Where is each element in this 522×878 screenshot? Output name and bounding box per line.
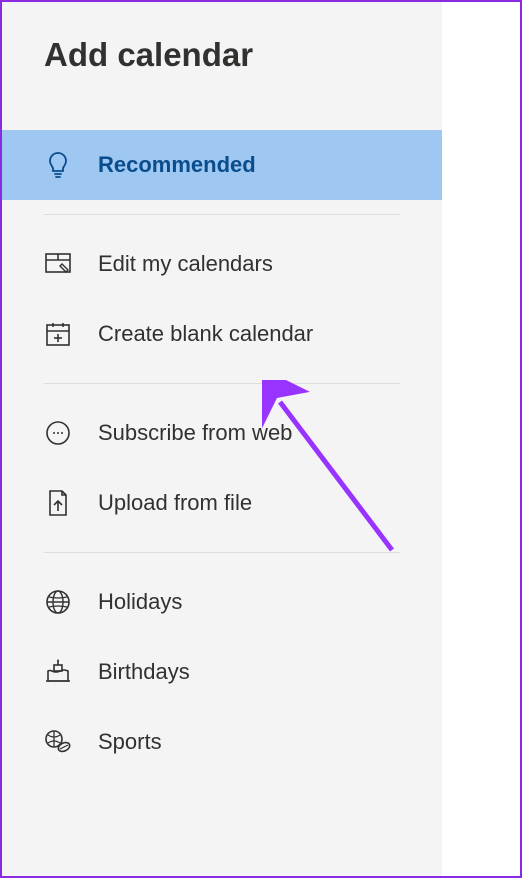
menu-list: Recommended Edit my calendars xyxy=(2,130,442,777)
divider xyxy=(44,214,400,215)
edit-calendar-icon xyxy=(44,250,72,278)
divider xyxy=(44,383,400,384)
menu-item-birthdays[interactable]: Birthdays xyxy=(2,637,442,707)
add-calendar-panel: Add calendar Recommended Edit my calenda… xyxy=(2,2,442,876)
menu-item-edit-calendars[interactable]: Edit my calendars xyxy=(2,229,442,299)
add-calendar-icon xyxy=(44,320,72,348)
menu-item-upload-file[interactable]: Upload from file xyxy=(2,468,442,538)
cake-icon xyxy=(44,658,72,686)
panel-title: Add calendar xyxy=(2,2,442,74)
lightbulb-icon xyxy=(44,151,72,179)
divider xyxy=(44,552,400,553)
menu-item-label: Upload from file xyxy=(98,490,252,516)
menu-item-label: Holidays xyxy=(98,589,182,615)
menu-item-sports[interactable]: Sports xyxy=(2,707,442,777)
menu-item-subscribe-web[interactable]: Subscribe from web xyxy=(2,398,442,468)
menu-item-holidays[interactable]: Holidays xyxy=(2,567,442,637)
menu-item-create-blank[interactable]: Create blank calendar xyxy=(2,299,442,369)
globe-icon xyxy=(44,588,72,616)
sports-icon xyxy=(44,728,72,756)
menu-item-label: Edit my calendars xyxy=(98,251,273,277)
menu-item-label: Recommended xyxy=(98,152,256,178)
menu-item-recommended[interactable]: Recommended xyxy=(2,130,442,200)
menu-item-label: Create blank calendar xyxy=(98,321,313,347)
menu-item-label: Birthdays xyxy=(98,659,190,685)
menu-item-label: Sports xyxy=(98,729,162,755)
file-upload-icon xyxy=(44,489,72,517)
menu-item-label: Subscribe from web xyxy=(98,420,292,446)
web-subscribe-icon xyxy=(44,419,72,447)
